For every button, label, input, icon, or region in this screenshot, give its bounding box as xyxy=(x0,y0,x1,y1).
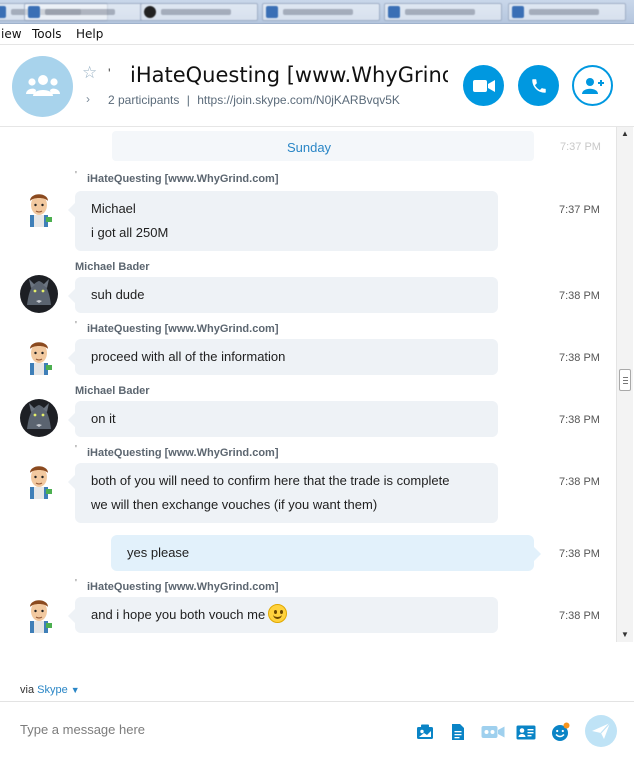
cartoon-avatar[interactable] xyxy=(20,461,58,499)
scrollbar[interactable]: ▲ ▼ xyxy=(616,127,633,642)
menu-item-view[interactable]: iew xyxy=(1,27,22,41)
composer-area: via Skype ▼ Type a message here xyxy=(0,642,634,759)
sender-mark: ' xyxy=(75,170,77,181)
send-media-button[interactable] xyxy=(415,722,435,742)
message-text: and i hope you both vouch me xyxy=(91,603,482,627)
taskbar-button[interactable] xyxy=(384,3,502,21)
incoming-message-bubble[interactable]: proceed with all of the information xyxy=(68,339,498,375)
sender-name[interactable]: iHateQuesting [www.WhyGrind.com] xyxy=(87,581,279,593)
sender-name[interactable]: Michael Bader xyxy=(75,261,150,273)
message-timestamp: 7:38 PM xyxy=(559,548,600,560)
message-timestamp: 7:37 PM xyxy=(559,204,600,216)
cartoon-avatar[interactable] xyxy=(20,595,58,633)
message-list[interactable]: Sunday 7:37 PM ' iHateQuesting [www.WhyGr… xyxy=(0,127,616,642)
smiley-icon xyxy=(268,604,288,623)
taskbar-button[interactable] xyxy=(24,3,142,21)
conversation-title[interactable]: iHateQuesting [www.WhyGrind.... xyxy=(130,63,448,87)
video-message-button[interactable] xyxy=(481,722,505,742)
group-icon xyxy=(26,75,60,96)
message-text: Michael xyxy=(91,201,136,216)
cartoon-avatar[interactable] xyxy=(20,189,58,227)
taskbar-button[interactable] xyxy=(262,3,380,21)
menu-item-help[interactable]: Help xyxy=(76,27,103,41)
werewolf-avatar[interactable] xyxy=(20,275,58,313)
send-file-button[interactable] xyxy=(448,722,468,742)
message-text: i got all 250M xyxy=(91,225,169,240)
menu-item-tools[interactable]: Tools xyxy=(32,27,62,41)
message-text: proceed with all of the information xyxy=(91,349,286,364)
message-text: yes please xyxy=(127,545,190,560)
message-text: both of you will need to confirm here th… xyxy=(91,473,450,488)
favorite-star-icon[interactable]: ☆ xyxy=(82,63,97,83)
title-mark: ' xyxy=(108,65,111,81)
file-icon xyxy=(452,724,464,740)
message-timestamp: 7:38 PM xyxy=(559,476,600,488)
via-text: via xyxy=(20,684,35,696)
join-link[interactable]: https://join.skype.com/N0jKARBvqv5K xyxy=(197,93,400,107)
conversation-header: ☆ ' iHateQuesting [www.WhyGrind.... › 2 … xyxy=(0,45,634,127)
message-text: on it xyxy=(91,411,116,426)
participants-count[interactable]: 2 participants xyxy=(108,93,179,107)
video-call-button[interactable] xyxy=(463,65,504,106)
sender-mark: ' xyxy=(75,320,77,331)
incoming-message-bubble[interactable]: Michael i got all 250M xyxy=(68,191,498,251)
caret-down-icon[interactable]: ▼ xyxy=(71,685,80,695)
send-button[interactable] xyxy=(585,715,617,747)
chevron-right-icon[interactable]: › xyxy=(86,92,90,106)
conversation-subtitle: 2 participants | https://join.skype.com/… xyxy=(108,93,400,107)
outgoing-message-bubble[interactable]: yes please xyxy=(111,535,541,571)
incoming-message-bubble[interactable]: both of you will need to confirm here th… xyxy=(68,463,498,523)
message-timestamp: 7:38 PM xyxy=(559,610,600,622)
scrollbar-thumb[interactable] xyxy=(619,369,631,391)
message-text-line: and i hope you both vouch me xyxy=(91,607,266,622)
via-app-selector[interactable]: Skype xyxy=(37,684,68,696)
emoticon-button[interactable] xyxy=(550,722,570,742)
add-person-icon xyxy=(581,77,604,94)
send-contact-button[interactable] xyxy=(516,722,536,742)
message-text: suh dude xyxy=(91,287,145,302)
phone-icon xyxy=(531,78,546,93)
via-label: via Skype ▼ xyxy=(20,684,80,696)
video-message-icon xyxy=(481,726,505,738)
incoming-message-bubble[interactable]: and i hope you both vouch me xyxy=(68,597,498,633)
taskbar-button[interactable] xyxy=(140,3,258,21)
sender-name[interactable]: Michael Bader xyxy=(75,385,150,397)
sender-mark: ' xyxy=(75,578,77,589)
add-participant-button[interactable] xyxy=(572,65,613,106)
audio-call-button[interactable] xyxy=(518,65,559,106)
message-composer: Type a message here xyxy=(0,701,634,759)
message-timestamp: 7:38 PM xyxy=(559,414,600,426)
sender-name[interactable]: iHateQuesting [www.WhyGrind.com] xyxy=(87,323,279,335)
group-avatar[interactable] xyxy=(12,56,73,117)
message-timestamp: 7:38 PM xyxy=(559,352,600,364)
faded-timestamp: 7:37 PM xyxy=(560,141,601,153)
menu-bar: iew Tools Help xyxy=(0,24,634,45)
message-timestamp: 7:38 PM xyxy=(559,290,600,302)
werewolf-avatar[interactable] xyxy=(20,399,58,437)
scroll-up-arrow-icon[interactable]: ▲ xyxy=(621,129,629,138)
taskbar xyxy=(0,0,634,24)
contact-card-icon xyxy=(516,725,536,739)
incoming-message-bubble[interactable]: on it xyxy=(68,401,498,437)
send-arrow-icon xyxy=(592,723,610,739)
sender-name[interactable]: iHateQuesting [www.WhyGrind.com] xyxy=(87,447,279,459)
cartoon-avatar[interactable] xyxy=(20,337,58,375)
video-camera-icon xyxy=(472,79,495,92)
message-input[interactable]: Type a message here xyxy=(20,722,145,737)
message-text: we will then exchange vouches (if you wa… xyxy=(91,497,378,512)
incoming-message-bubble[interactable]: suh dude xyxy=(68,277,498,313)
day-label: Sunday xyxy=(286,140,332,155)
sender-mark: ' xyxy=(75,444,77,455)
taskbar-button[interactable] xyxy=(508,3,626,21)
subtitle-separator: | xyxy=(186,93,190,107)
image-icon xyxy=(417,724,433,739)
scroll-down-arrow-icon[interactable]: ▼ xyxy=(621,630,629,639)
sender-name[interactable]: iHateQuesting [www.WhyGrind.com] xyxy=(87,173,279,185)
smiley-icon xyxy=(552,722,570,741)
